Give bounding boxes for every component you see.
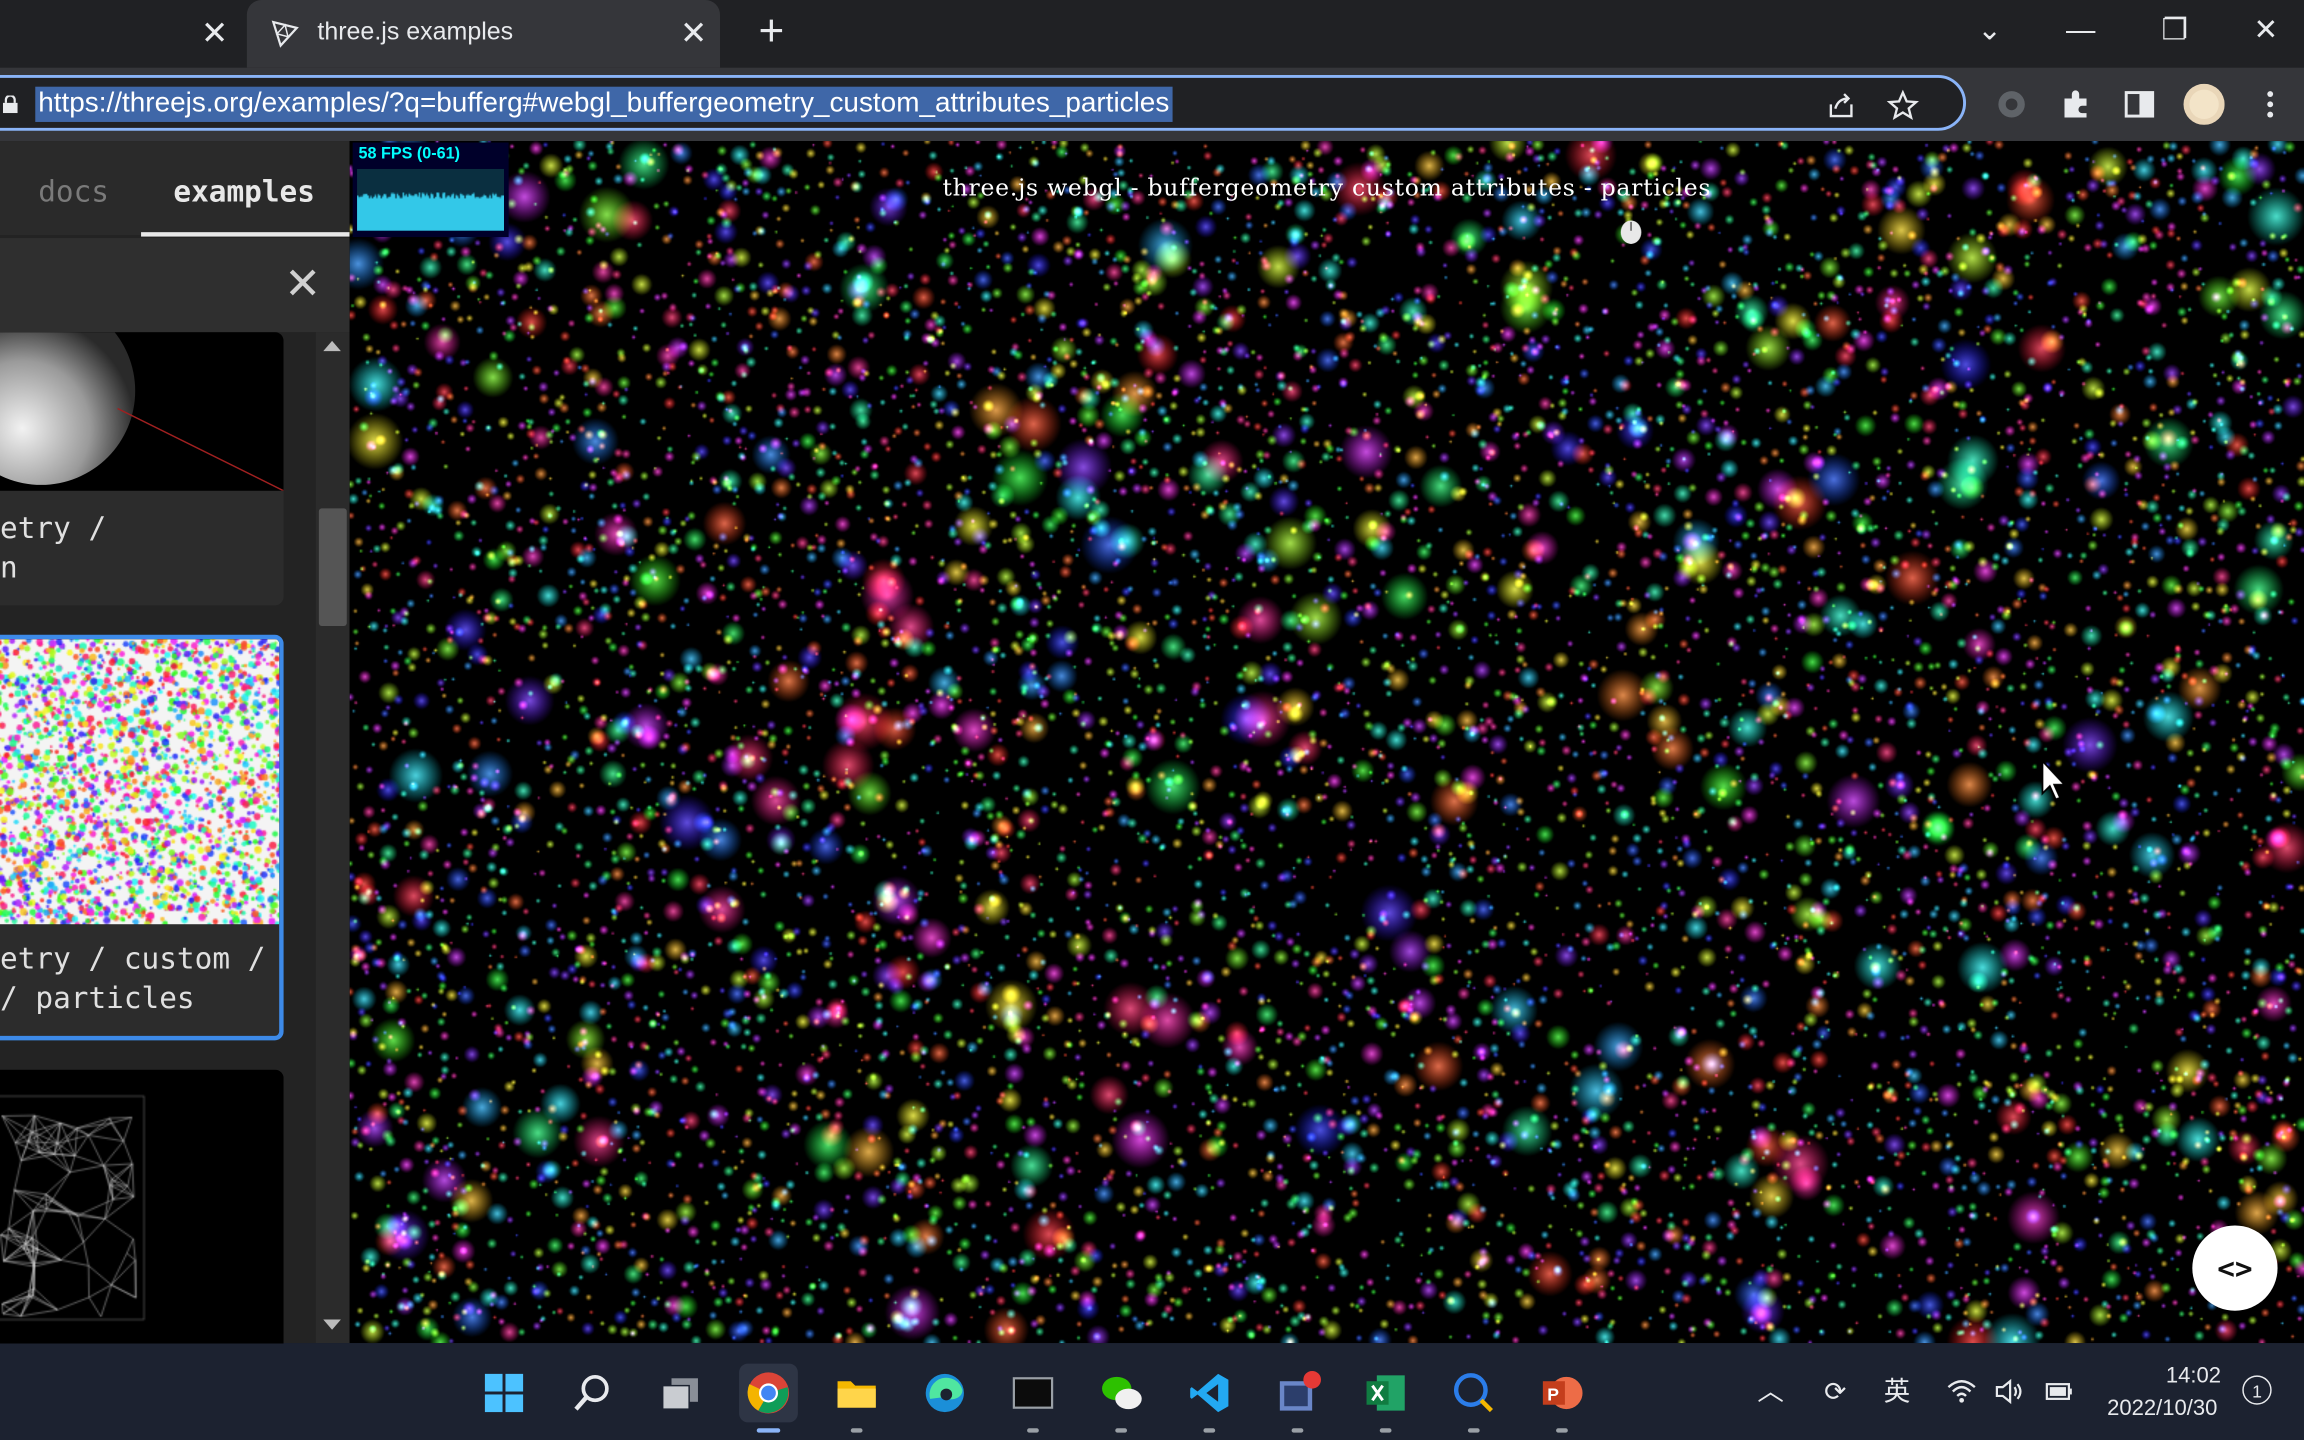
profile-avatar[interactable] xyxy=(2183,83,2225,125)
running-indicator xyxy=(1291,1428,1304,1433)
sidebar-nav: docs examples xyxy=(0,141,350,237)
nav-examples-link[interactable]: examples xyxy=(173,173,315,208)
running-indicator xyxy=(756,1428,781,1433)
clock-date[interactable]: 2022/10/30 xyxy=(2107,1396,2217,1421)
taskbar-powerpoint[interactable]: P xyxy=(1533,1364,1592,1433)
powerpoint-icon: P xyxy=(1542,1376,1583,1410)
examples-sidebar: docs examples ✕ etry / n etry / custom /… xyxy=(0,141,350,1344)
wechat-icon xyxy=(1102,1376,1142,1410)
example-thumbnail xyxy=(0,1069,284,1344)
chrome-icon xyxy=(747,1372,790,1414)
tab-search-chevron-icon[interactable]: ⌄ xyxy=(1960,9,2019,53)
side-panel-icon[interactable] xyxy=(2120,85,2158,123)
browser-toolbar: https://threejs.org/examples/?q=bufferg#… xyxy=(0,67,2304,142)
taskbar-search-app[interactable] xyxy=(1444,1364,1503,1433)
extensions-puzzle-icon[interactable] xyxy=(2057,85,2095,123)
mouse-indicator-icon xyxy=(1620,220,1642,244)
example-card-label: etry / custom / / particles xyxy=(0,940,266,1016)
excel-icon xyxy=(1366,1375,1405,1411)
running-indicator xyxy=(1556,1428,1568,1433)
fps-graph xyxy=(357,168,505,231)
example-card-selected[interactable]: etry / custom / / particles xyxy=(0,634,284,1041)
example-card-label: etry / n xyxy=(0,509,107,585)
taskbar-chrome[interactable] xyxy=(739,1363,798,1433)
close-icon[interactable]: ✕ xyxy=(676,15,711,52)
start-button[interactable] xyxy=(475,1364,534,1423)
example-card[interactable] xyxy=(0,1069,284,1344)
running-indicator xyxy=(850,1428,863,1433)
terminal-icon xyxy=(1012,1377,1054,1409)
taskbar-vscode[interactable] xyxy=(1180,1364,1239,1433)
fps-stats-panel[interactable]: 58 FPS (0-61) xyxy=(352,142,509,237)
active-nav-underline xyxy=(141,232,350,237)
example-info-title: three.js webgl - buffergeometry custom a… xyxy=(942,173,1712,202)
taskbar-excel[interactable] xyxy=(1356,1364,1415,1433)
notification-badge[interactable]: 1 xyxy=(2242,1375,2272,1405)
particles-canvas[interactable] xyxy=(349,141,2304,1344)
minimize-icon[interactable]: — xyxy=(2051,9,2110,53)
share-icon[interactable] xyxy=(1825,90,1857,122)
running-indicator xyxy=(1027,1428,1039,1433)
taskbar-video-app[interactable] xyxy=(1268,1364,1327,1433)
fps-readout: 58 FPS (0-61) xyxy=(358,145,461,164)
running-indicator xyxy=(1467,1428,1480,1433)
windows-taskbar: P ︿ ⟳ 英 14:02 2022/10/30 1 xyxy=(0,1343,2304,1440)
extension-cloud-icon[interactable] xyxy=(1992,85,2030,123)
running-indicator xyxy=(1379,1428,1392,1433)
restore-icon[interactable]: ❐ xyxy=(2145,9,2204,53)
close-icon[interactable]: ✕ xyxy=(197,15,232,52)
ime-indicator[interactable]: 英 xyxy=(1881,1375,1913,1407)
running-indicator xyxy=(1115,1428,1128,1433)
scroll-up-arrow-icon[interactable] xyxy=(323,340,341,352)
vscode-icon xyxy=(1190,1373,1229,1413)
example-thumbnail xyxy=(0,639,280,925)
file-explorer-icon xyxy=(837,1381,876,1408)
search-input[interactable]: ✕ xyxy=(0,238,350,333)
taskbar-edge[interactable] xyxy=(915,1364,974,1423)
wifi-icon[interactable] xyxy=(1945,1375,1977,1407)
scroll-down-arrow-icon[interactable] xyxy=(323,1319,341,1330)
search-app-icon xyxy=(1453,1373,1493,1413)
volume-icon[interactable] xyxy=(1992,1375,2024,1407)
video-app-icon xyxy=(1279,1370,1321,1411)
taskbar-terminal[interactable] xyxy=(1004,1364,1063,1433)
start-icon xyxy=(484,1373,524,1413)
view-source-button[interactable]: <> xyxy=(2192,1225,2278,1311)
task-view-button[interactable] xyxy=(651,1364,710,1423)
taskbar-search-button[interactable] xyxy=(563,1364,622,1423)
sidebar-scrollbar[interactable] xyxy=(315,332,350,1344)
clock-time[interactable]: 14:02 xyxy=(2166,1364,2221,1389)
tab-threejs-examples[interactable]: three.js examples ✕ xyxy=(246,0,721,68)
nav-docs-link[interactable]: docs xyxy=(38,173,109,208)
tray-sync-icon[interactable]: ⟳ xyxy=(1819,1375,1851,1407)
tab-strip: ✕ three.js examples ✕ + ⌄ — ❐ ✕ xyxy=(0,0,2304,68)
tab-title: three.js examples xyxy=(317,17,514,46)
bookmark-star-icon[interactable] xyxy=(1886,89,1919,122)
tray-overflow-chevron-icon[interactable]: ︿ xyxy=(1754,1375,1786,1407)
example-thumbnail xyxy=(0,332,284,491)
mouse-cursor-icon xyxy=(2041,758,2067,801)
svg-text:P: P xyxy=(1547,1384,1559,1404)
clear-search-icon[interactable]: ✕ xyxy=(282,262,323,306)
scroll-thumb[interactable] xyxy=(318,508,347,626)
threejs-favicon-icon xyxy=(271,20,299,48)
address-bar[interactable]: https://threejs.org/examples/?q=bufferg#… xyxy=(0,74,1967,131)
url-text[interactable]: https://threejs.org/examples/?q=bufferg#… xyxy=(35,86,1173,122)
example-card[interactable]: etry / n xyxy=(0,332,284,606)
task-view-icon xyxy=(661,1378,698,1410)
battery-icon[interactable] xyxy=(2042,1375,2074,1407)
tab-inactive[interactable]: ✕ xyxy=(0,0,247,68)
menu-kebab-icon[interactable] xyxy=(2251,85,2289,123)
taskbar-wechat[interactable] xyxy=(1092,1364,1151,1433)
webgl-viewport[interactable]: three.js webgl - buffergeometry custom a… xyxy=(349,141,2304,1344)
lock-icon xyxy=(2,95,18,114)
window-close-icon[interactable]: ✕ xyxy=(2236,9,2295,53)
running-indicator xyxy=(1203,1428,1216,1433)
new-tab-button[interactable]: + xyxy=(749,10,793,56)
taskbar-file-explorer[interactable] xyxy=(827,1364,886,1433)
edge-icon xyxy=(925,1373,964,1413)
search-icon xyxy=(574,1374,609,1411)
